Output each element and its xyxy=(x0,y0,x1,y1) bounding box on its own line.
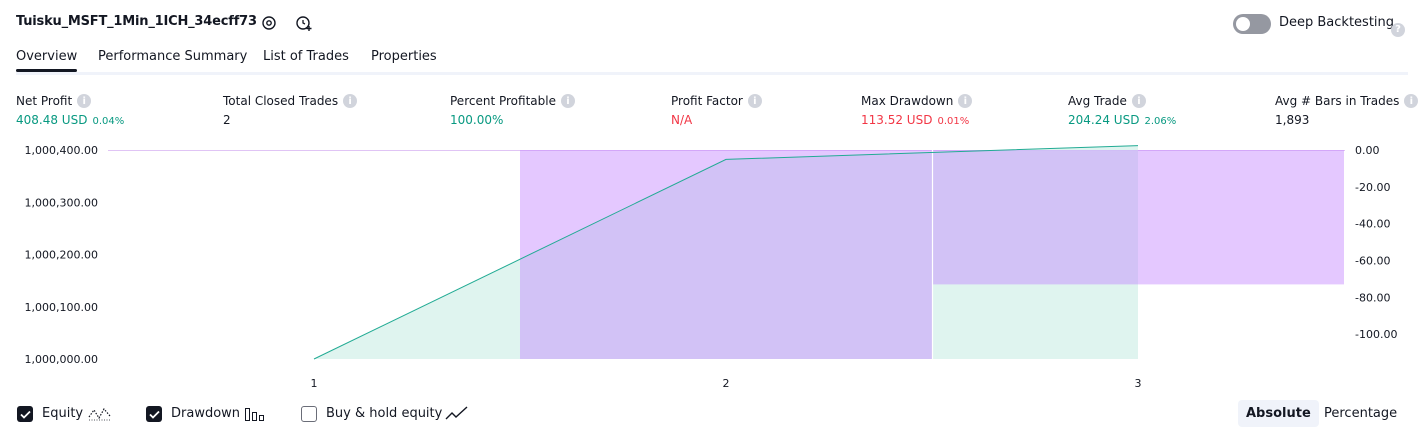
info-icon[interactable]: i xyxy=(1131,94,1146,108)
tab-overview[interactable]: Overview xyxy=(16,49,78,72)
max-drawdown-value: 113.52 USD 0.01% xyxy=(861,113,969,127)
max-drawdown-label-text: Max Drawdown xyxy=(861,94,954,108)
right-axis-label: -100.00 xyxy=(1355,328,1397,341)
avg-bars-in-trades-label: Avg # Bars in Trades i xyxy=(1275,94,1419,108)
total-closed-trades-label: Total Closed Trades i xyxy=(223,94,358,108)
tabs-divider xyxy=(16,72,1408,75)
equity-drawdown-chart: 1,000,400.00 1,000,300.00 1,000,200.00 1,00… xyxy=(25,144,1398,390)
right-axis-label: -60.00 xyxy=(1355,254,1390,267)
net-profit-value-text: 408.48 USD xyxy=(16,113,88,127)
avg-bars-in-trades-label-text: Avg # Bars in Trades xyxy=(1275,94,1400,108)
left-axis-label: 1,000,100.00 xyxy=(25,301,98,314)
deep-backtesting-label: Deep Backtesting xyxy=(1279,15,1395,30)
avg-trade-percent: 2.06% xyxy=(1144,116,1177,127)
buy-hold-legend-label: Buy & hold equity xyxy=(326,406,443,421)
right-axis-label: -80.00 xyxy=(1355,291,1390,304)
left-axis-label: 1,000,300.00 xyxy=(25,196,98,209)
info-icon[interactable]: i xyxy=(77,94,92,108)
tab-properties[interactable]: Properties xyxy=(371,49,437,64)
net-profit-percent: 0.04% xyxy=(92,116,125,127)
percentage-toggle[interactable]: Percentage xyxy=(1316,400,1405,427)
toggle-knob xyxy=(1236,17,1250,31)
equity-checkbox[interactable] xyxy=(17,406,33,422)
deep-backtesting-toggle[interactable] xyxy=(1233,14,1271,34)
profit-factor-label-text: Profit Factor xyxy=(671,94,743,108)
drawdown-bars-icon xyxy=(244,405,268,427)
equity-legend-label: Equity xyxy=(42,406,84,421)
total-closed-trades-value: 2 xyxy=(223,113,231,127)
deep-backtesting-help-icon[interactable]: ? xyxy=(1391,17,1405,37)
absolute-toggle[interactable]: Absolute xyxy=(1238,400,1319,427)
avg-trade-label: Avg Trade i xyxy=(1068,94,1146,108)
x-axis-label: 2 xyxy=(723,377,730,390)
equity-line-icon xyxy=(88,404,112,426)
buy-hold-line-icon xyxy=(445,404,469,426)
info-icon[interactable]: i xyxy=(560,94,575,108)
max-drawdown-value-text: 113.52 USD xyxy=(861,113,933,127)
x-axis-label: 3 xyxy=(1135,377,1142,390)
avg-trade-label-text: Avg Trade xyxy=(1068,94,1127,108)
total-closed-trades-label-text: Total Closed Trades xyxy=(223,94,339,108)
add-alert-icon[interactable] xyxy=(294,13,314,33)
max-drawdown-label: Max Drawdown i xyxy=(861,94,973,108)
left-axis-label: 1,000,400.00 xyxy=(25,144,98,157)
percent-profitable-value: 100.00% xyxy=(450,113,503,127)
avg-bars-in-trades-value: 1,893 xyxy=(1275,113,1309,127)
total-closed-trades-value-text: 2 xyxy=(223,113,231,127)
settings-icon[interactable] xyxy=(259,13,279,33)
profit-factor-label: Profit Factor i xyxy=(671,94,762,108)
info-icon[interactable]: i xyxy=(747,94,762,108)
net-profit-value: 408.48 USD 0.04% xyxy=(16,113,124,127)
percent-profitable-label-text: Percent Profitable xyxy=(450,94,556,108)
left-axis-label: 1,000,000.00 xyxy=(25,353,98,366)
percent-profitable-value-text: 100.00% xyxy=(450,113,504,127)
profit-factor-value: N/A xyxy=(671,113,692,127)
net-profit-label-text: Net Profit xyxy=(16,94,73,108)
right-axis-label: 0.00 xyxy=(1355,144,1380,157)
info-icon[interactable]: i xyxy=(958,94,973,108)
buy-hold-checkbox[interactable] xyxy=(301,406,317,422)
drawdown-bar-2 xyxy=(520,150,932,359)
drawdown-bar-3 xyxy=(932,150,1344,285)
right-axis-label: -20.00 xyxy=(1355,181,1390,194)
strategy-name: Tuisku_MSFT_1Min_1ICH_34ecff73 xyxy=(16,14,257,29)
net-profit-label: Net Profit i xyxy=(16,94,92,108)
drawdown-legend-label: Drawdown xyxy=(171,406,241,421)
avg-trade-value: 204.24 USD 2.06% xyxy=(1068,113,1176,127)
info-icon[interactable]: i xyxy=(343,94,358,108)
profit-factor-value-text: N/A xyxy=(671,113,693,127)
percent-profitable-label: Percent Profitable i xyxy=(450,94,575,108)
avg-bars-in-trades-value-text: 1,893 xyxy=(1275,113,1310,127)
right-axis-label: -40.00 xyxy=(1355,218,1390,231)
tab-list-of-trades[interactable]: List of Trades xyxy=(263,49,349,64)
max-drawdown-percent: 0.01% xyxy=(937,116,970,127)
drawdown-checkbox[interactable] xyxy=(146,406,162,422)
left-axis-label: 1,000,200.00 xyxy=(25,249,98,262)
tab-performance-summary[interactable]: Performance Summary xyxy=(98,49,247,64)
x-axis-label: 1 xyxy=(311,377,318,390)
avg-trade-value-text: 204.24 USD xyxy=(1068,113,1140,127)
info-icon[interactable]: i xyxy=(1404,94,1419,108)
